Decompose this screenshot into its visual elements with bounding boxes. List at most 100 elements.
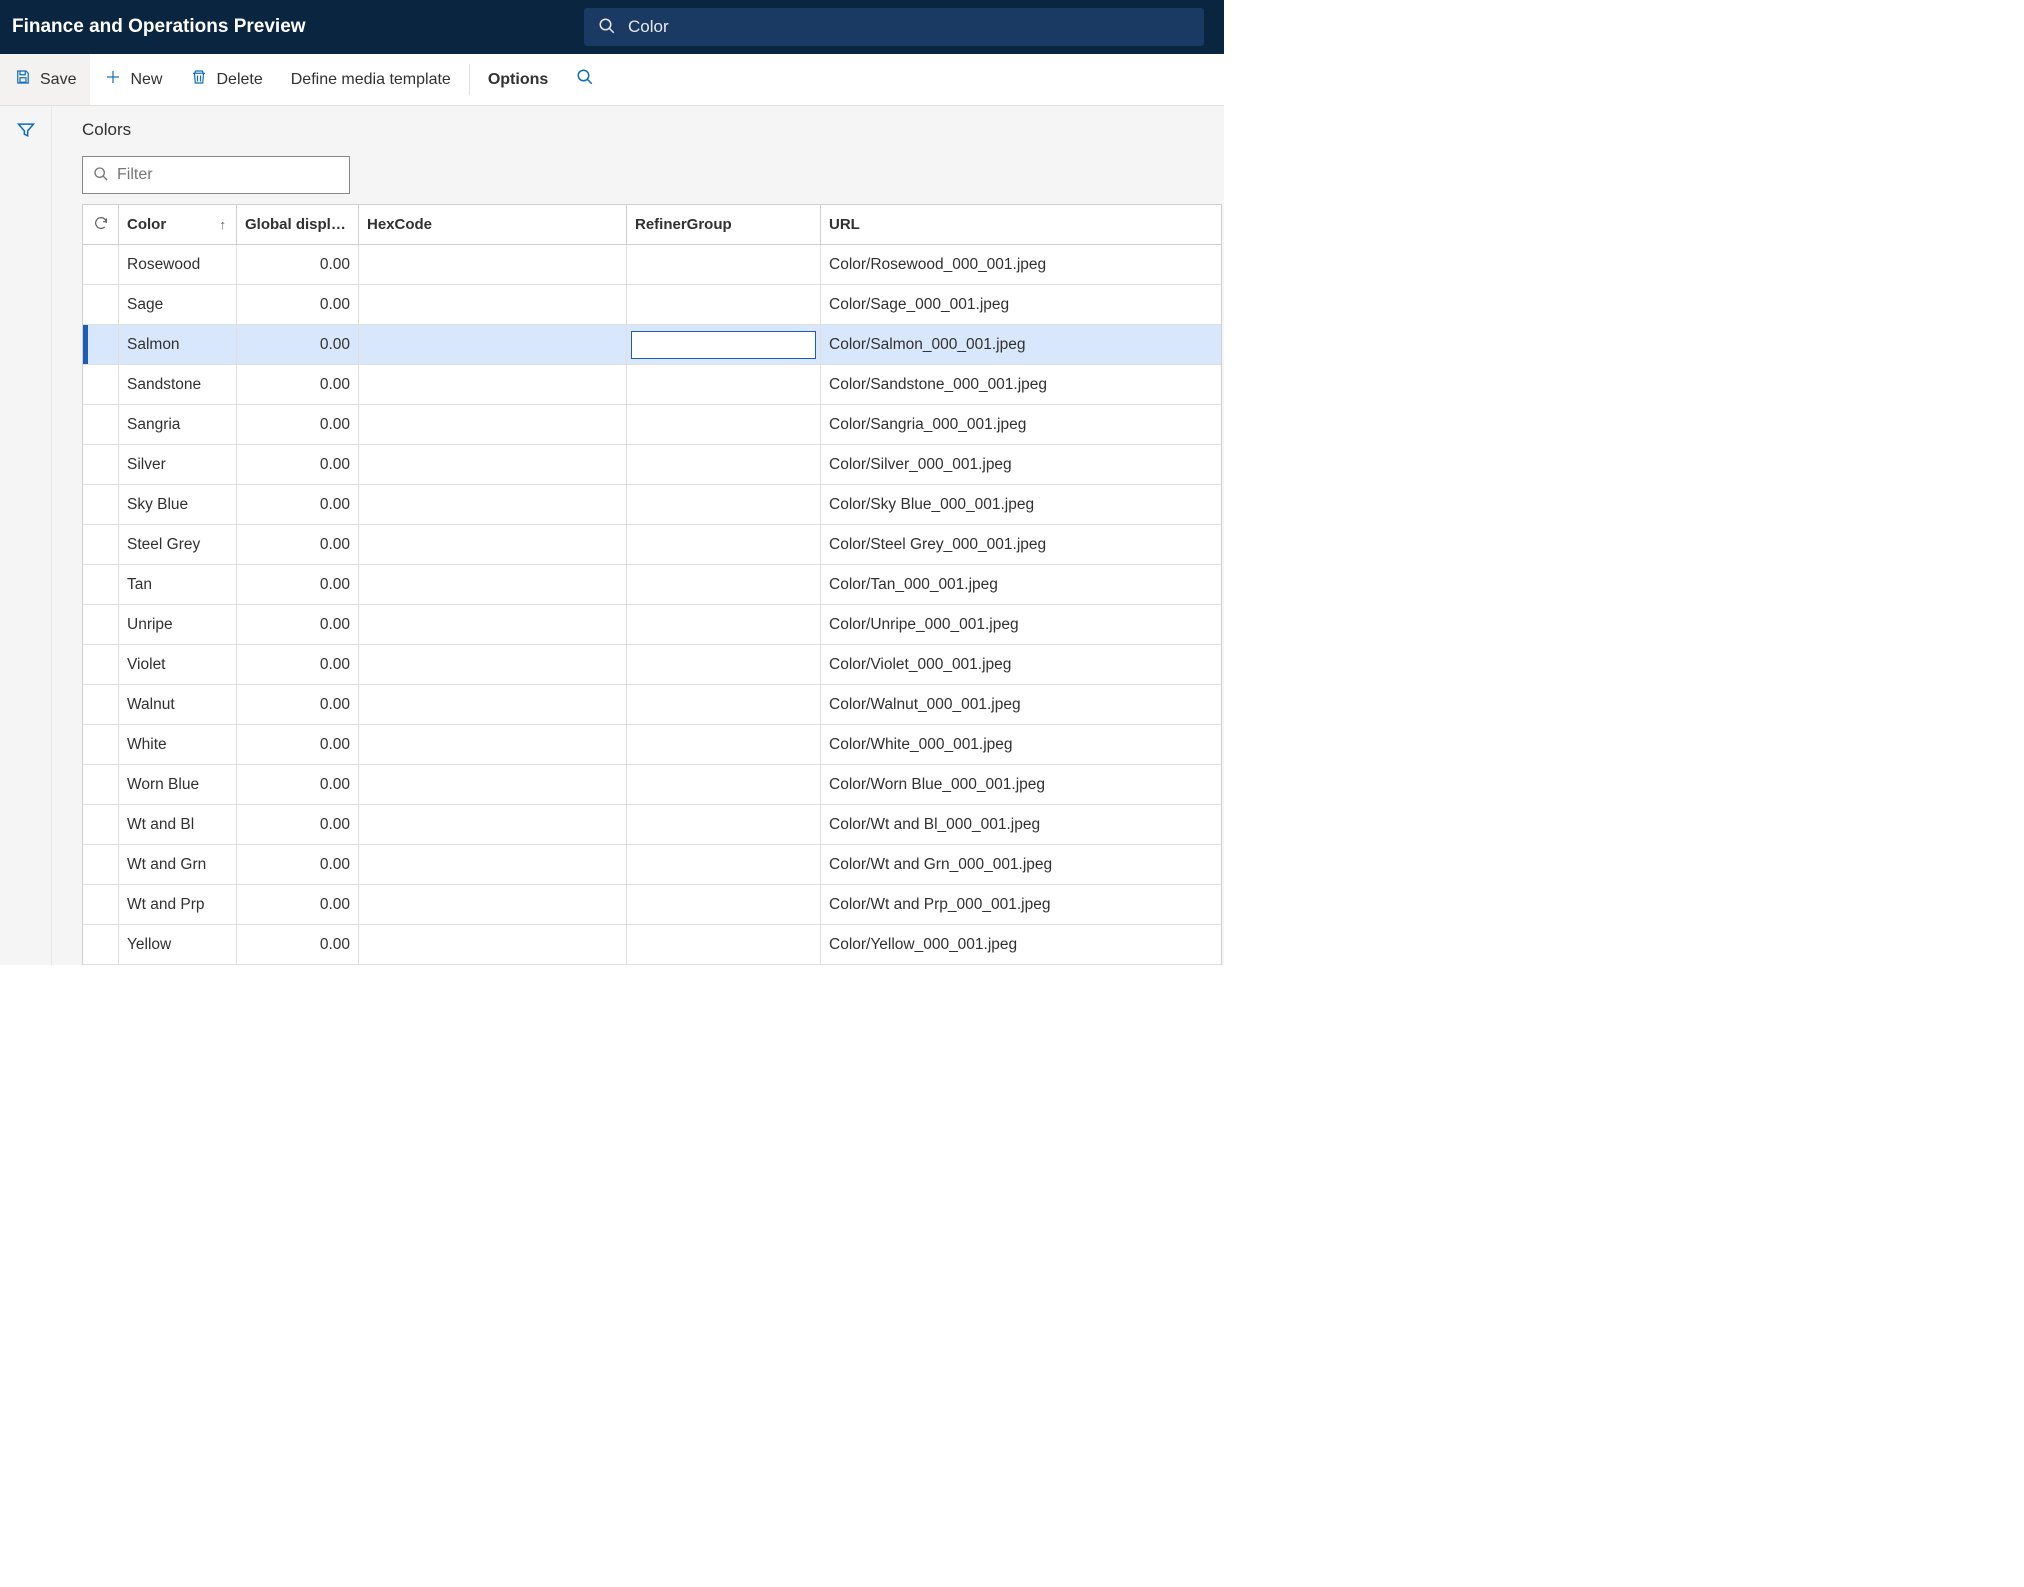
cell-refinergroup[interactable] bbox=[627, 885, 821, 924]
cell-url[interactable]: Color/Sky Blue_000_001.jpeg bbox=[821, 485, 1221, 524]
refinergroup-input[interactable] bbox=[631, 331, 816, 359]
cell-global-display-order[interactable]: 0.00 bbox=[237, 925, 359, 964]
cell-color[interactable]: Wt and Bl bbox=[119, 805, 237, 844]
cell-color[interactable]: Violet bbox=[119, 645, 237, 684]
cell-hexcode[interactable] bbox=[359, 405, 627, 444]
cell-refinergroup[interactable] bbox=[627, 405, 821, 444]
cell-url[interactable]: Color/Wt and Grn_000_001.jpeg bbox=[821, 845, 1221, 884]
row-handle[interactable] bbox=[83, 805, 119, 844]
cell-color[interactable]: Wt and Grn bbox=[119, 845, 237, 884]
cell-url[interactable]: Color/Salmon_000_001.jpeg bbox=[821, 325, 1221, 364]
table-row[interactable]: Sangria0.00Color/Sangria_000_001.jpeg bbox=[83, 405, 1221, 445]
cell-url[interactable]: Color/Unripe_000_001.jpeg bbox=[821, 605, 1221, 644]
table-row[interactable]: White0.00 Color/White_000_001.jpeg bbox=[83, 725, 1221, 765]
cell-global-display-order[interactable]: 0.00 bbox=[237, 725, 359, 764]
cell-global-display-order[interactable]: 0.00 bbox=[237, 605, 359, 644]
cell-global-display-order[interactable]: 0.00 bbox=[237, 805, 359, 844]
cell-url[interactable]: Color/Sandstone_000_001.jpeg bbox=[821, 365, 1221, 404]
cell-refinergroup[interactable] bbox=[627, 925, 821, 964]
cell-color[interactable]: Worn Blue bbox=[119, 765, 237, 804]
table-row[interactable]: Silver0.00Color/Silver_000_001.jpeg bbox=[83, 445, 1221, 485]
cell-color[interactable]: Steel Grey bbox=[119, 525, 237, 564]
cell-global-display-order[interactable]: 0.00 bbox=[237, 245, 359, 284]
cell-global-display-order[interactable]: 0.00 bbox=[237, 685, 359, 724]
row-handle[interactable] bbox=[83, 405, 119, 444]
row-handle[interactable] bbox=[83, 765, 119, 804]
col-header-hexcode[interactable]: HexCode bbox=[359, 205, 627, 244]
row-handle[interactable] bbox=[83, 285, 119, 324]
action-search-button[interactable] bbox=[562, 54, 608, 105]
cell-hexcode[interactable] bbox=[359, 845, 627, 884]
cell-hexcode[interactable] bbox=[359, 805, 627, 844]
table-row[interactable]: Rosewood0.00Color/Rosewood_000_001.jpeg bbox=[83, 245, 1221, 285]
cell-url[interactable]: Color/Tan_000_001.jpeg bbox=[821, 565, 1221, 604]
row-handle[interactable] bbox=[83, 925, 119, 964]
table-row[interactable]: Walnut0.00 Color/Walnut_000_001.jpeg bbox=[83, 685, 1221, 725]
cell-hexcode[interactable] bbox=[359, 365, 627, 404]
cell-url[interactable]: Color/Sangria_000_001.jpeg bbox=[821, 405, 1221, 444]
grid-filter-input[interactable] bbox=[117, 166, 339, 184]
cell-refinergroup[interactable] bbox=[627, 525, 821, 564]
cell-global-display-order[interactable]: 0.00 bbox=[237, 885, 359, 924]
cell-hexcode[interactable] bbox=[359, 925, 627, 964]
cell-color[interactable]: White bbox=[119, 725, 237, 764]
cell-color[interactable]: Tan bbox=[119, 565, 237, 604]
table-row[interactable]: Steel Grey0.00Color/Steel Grey_000_001.j… bbox=[83, 525, 1221, 565]
cell-refinergroup[interactable] bbox=[627, 685, 821, 724]
cell-url[interactable]: Color/White_000_001.jpeg bbox=[821, 725, 1221, 764]
cell-hexcode[interactable] bbox=[359, 885, 627, 924]
row-handle[interactable] bbox=[83, 885, 119, 924]
cell-color[interactable]: Silver bbox=[119, 445, 237, 484]
cell-hexcode[interactable] bbox=[359, 445, 627, 484]
row-handle[interactable] bbox=[83, 365, 119, 404]
cell-global-display-order[interactable]: 0.00 bbox=[237, 765, 359, 804]
col-header-refinergroup[interactable]: RefinerGroup bbox=[627, 205, 821, 244]
row-handle[interactable] bbox=[83, 325, 119, 364]
cell-color[interactable]: Rosewood bbox=[119, 245, 237, 284]
cell-refinergroup[interactable] bbox=[627, 285, 821, 324]
cell-refinergroup[interactable] bbox=[627, 765, 821, 804]
cell-color[interactable]: Wt and Prp bbox=[119, 885, 237, 924]
row-handle[interactable] bbox=[83, 845, 119, 884]
delete-button[interactable]: Delete bbox=[176, 54, 276, 105]
cell-url[interactable]: Color/Violet_000_001.jpeg bbox=[821, 645, 1221, 684]
options-button[interactable]: Options bbox=[474, 54, 562, 105]
cell-hexcode[interactable] bbox=[359, 325, 627, 364]
cell-hexcode[interactable] bbox=[359, 565, 627, 604]
table-row[interactable]: Worn Blue0.00 Color/Worn Blue_000_001.jpe… bbox=[83, 765, 1221, 805]
table-row[interactable]: Sky Blue0.00Color/Sky Blue_000_001.jpeg bbox=[83, 485, 1221, 525]
cell-hexcode[interactable] bbox=[359, 525, 627, 564]
new-button[interactable]: New bbox=[90, 54, 176, 105]
cell-hexcode[interactable] bbox=[359, 685, 627, 724]
cell-url[interactable]: Color/Walnut_000_001.jpeg bbox=[821, 685, 1221, 724]
row-handle[interactable] bbox=[83, 565, 119, 604]
cell-refinergroup[interactable] bbox=[627, 445, 821, 484]
row-handle[interactable] bbox=[83, 645, 119, 684]
cell-url[interactable]: Color/Worn Blue_000_001.jpeg bbox=[821, 765, 1221, 804]
cell-color[interactable]: Sandstone bbox=[119, 365, 237, 404]
cell-color[interactable]: Sangria bbox=[119, 405, 237, 444]
table-row[interactable]: Unripe0.00Color/Unripe_000_001.jpeg bbox=[83, 605, 1221, 645]
row-handle[interactable] bbox=[83, 485, 119, 524]
cell-hexcode[interactable] bbox=[359, 285, 627, 324]
cell-url[interactable]: Color/Silver_000_001.jpeg bbox=[821, 445, 1221, 484]
grid-refresh-button[interactable] bbox=[83, 205, 119, 244]
cell-color[interactable]: Walnut bbox=[119, 685, 237, 724]
cell-global-display-order[interactable]: 0.00 bbox=[237, 365, 359, 404]
cell-refinergroup[interactable] bbox=[627, 805, 821, 844]
table-row[interactable]: Sage0.00Color/Sage_000_001.jpeg bbox=[83, 285, 1221, 325]
row-handle[interactable] bbox=[83, 685, 119, 724]
cell-url[interactable]: Color/Yellow_000_001.jpeg bbox=[821, 925, 1221, 964]
cell-refinergroup[interactable] bbox=[627, 485, 821, 524]
table-row[interactable]: Sandstone0.00 Color/Sandstone_000_001.jpe… bbox=[83, 365, 1221, 405]
cell-color[interactable]: Sage bbox=[119, 285, 237, 324]
table-row[interactable]: Wt and Prp0.00Color/Wt and Prp_000_001.j… bbox=[83, 885, 1221, 925]
table-row[interactable]: Wt and Grn0.00Color/Wt and Grn_000_001.j… bbox=[83, 845, 1221, 885]
row-handle[interactable] bbox=[83, 525, 119, 564]
col-header-url[interactable]: URL bbox=[821, 205, 1221, 244]
cell-color[interactable]: Salmon bbox=[119, 325, 237, 364]
cell-global-display-order[interactable]: 0.00 bbox=[237, 285, 359, 324]
global-search[interactable]: Color bbox=[584, 8, 1204, 46]
cell-refinergroup[interactable] bbox=[627, 645, 821, 684]
table-row[interactable]: Violet0.00Color/Violet_000_001.jpeg bbox=[83, 645, 1221, 685]
